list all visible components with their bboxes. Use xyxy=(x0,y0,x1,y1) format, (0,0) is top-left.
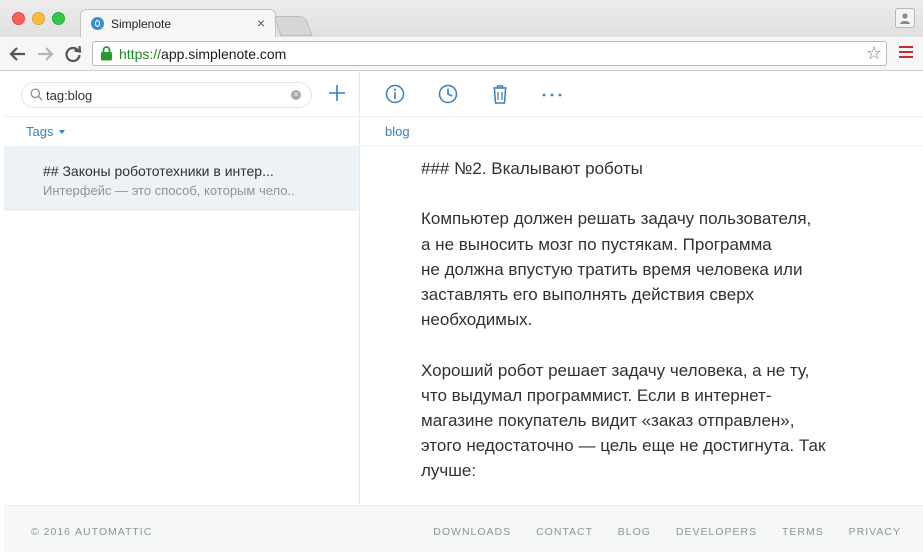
window-minimize-button[interactable] xyxy=(32,12,45,25)
tags-label: Tags xyxy=(26,124,54,139)
editor-line: необходимых. xyxy=(421,310,533,330)
editor-line: Хороший робот решает задачу человека, а … xyxy=(421,360,810,380)
editor-line: а не выносить мозг по пустякам. Программ… xyxy=(421,234,772,254)
url-text: https://app.simplenote.com xyxy=(119,46,287,62)
history-clock-icon[interactable] xyxy=(438,84,458,104)
profile-button[interactable] xyxy=(895,8,915,28)
tag-chip-blog[interactable]: blog xyxy=(385,124,410,139)
footer-link-blog[interactable]: BLOG xyxy=(618,526,651,538)
editor-line: магазине покупатель видит «заказ отправл… xyxy=(421,410,795,430)
note-list-item[interactable]: ## Законы робототехники в интер... Интер… xyxy=(4,146,359,211)
footer-link-privacy[interactable]: PRIVACY xyxy=(849,526,901,538)
trash-icon[interactable] xyxy=(491,84,509,104)
footer-link-terms[interactable]: TERMS xyxy=(782,526,824,538)
person-icon xyxy=(900,13,910,24)
bookmark-star-icon[interactable]: ☆ xyxy=(866,43,882,64)
simplenote-app: × Tags ## Законы робототехники в интер..… xyxy=(4,71,923,552)
tags-toggle[interactable]: Tags xyxy=(26,124,66,139)
clear-search-icon[interactable]: × xyxy=(291,90,301,100)
editor-line: что выдумал программист. Если в интернет… xyxy=(421,385,772,405)
search-input[interactable] xyxy=(46,86,286,104)
footer-link-contact[interactable]: CONTACT xyxy=(536,526,593,538)
browser-titlebar: Simplenote × xyxy=(0,0,923,37)
caret-down-icon xyxy=(59,130,66,134)
footer-links: DOWNLOADS CONTACT BLOG DEVELOPERS TERMS … xyxy=(412,526,901,538)
editor-line: заставлять его выполнять действия сверх xyxy=(421,284,754,304)
note-editor[interactable]: ### №2. Вкалывают роботы Компьютер долже… xyxy=(421,156,846,506)
editor-line: не должна впустую тратить время человека… xyxy=(421,259,803,279)
forward-arrow-icon[interactable] xyxy=(35,44,55,64)
app-footer: © 2016 AUTOMATTIC DOWNLOADS CONTACT BLOG … xyxy=(4,505,923,552)
search-box: × xyxy=(21,82,312,108)
window-close-button[interactable] xyxy=(12,12,25,25)
new-note-button[interactable] xyxy=(328,84,346,102)
browser-menu-icon[interactable] xyxy=(899,46,913,60)
notes-sidebar: × Tags ## Законы робототехники в интер..… xyxy=(4,71,360,505)
reload-icon[interactable] xyxy=(63,44,83,64)
editor-line: ### №2. Вкалывают роботы xyxy=(421,159,643,178)
copyright: © 2016 AUTOMATTIC xyxy=(31,526,153,538)
editor-line: Компьютер должен решать задачу пользоват… xyxy=(421,209,812,229)
info-icon[interactable] xyxy=(385,84,405,104)
address-bar[interactable]: https://app.simplenote.com ☆ xyxy=(92,41,887,66)
editor-line: этого недостаточно — цель еще не достигн… xyxy=(421,436,826,456)
editor-toolbar xyxy=(361,71,923,117)
footer-link-downloads[interactable]: DOWNLOADS xyxy=(433,526,511,538)
tab-close-icon[interactable]: × xyxy=(257,15,265,31)
new-tab-button[interactable] xyxy=(273,16,313,36)
back-arrow-icon[interactable] xyxy=(8,44,28,64)
divider xyxy=(4,116,360,117)
search-icon xyxy=(30,88,43,101)
footer-link-developers[interactable]: DEVELOPERS xyxy=(676,526,757,538)
simplenote-favicon-icon xyxy=(91,17,104,30)
window-maximize-button[interactable] xyxy=(52,12,65,25)
more-options-icon[interactable] xyxy=(542,93,562,97)
note-tag-bar: blog xyxy=(361,118,923,146)
note-excerpt: Интерфейс — это способ, которым чело.. xyxy=(43,183,295,198)
lock-icon xyxy=(101,46,112,61)
browser-tab[interactable]: Simplenote × xyxy=(80,9,276,37)
note-title: ## Законы робототехники в интер... xyxy=(43,163,274,179)
automattic-link[interactable]: AUTOMATTIC xyxy=(75,526,152,538)
editor-line: лучше: xyxy=(421,461,477,481)
tab-title: Simplenote xyxy=(111,17,172,31)
browser-toolbar: https://app.simplenote.com ☆ xyxy=(0,37,923,71)
